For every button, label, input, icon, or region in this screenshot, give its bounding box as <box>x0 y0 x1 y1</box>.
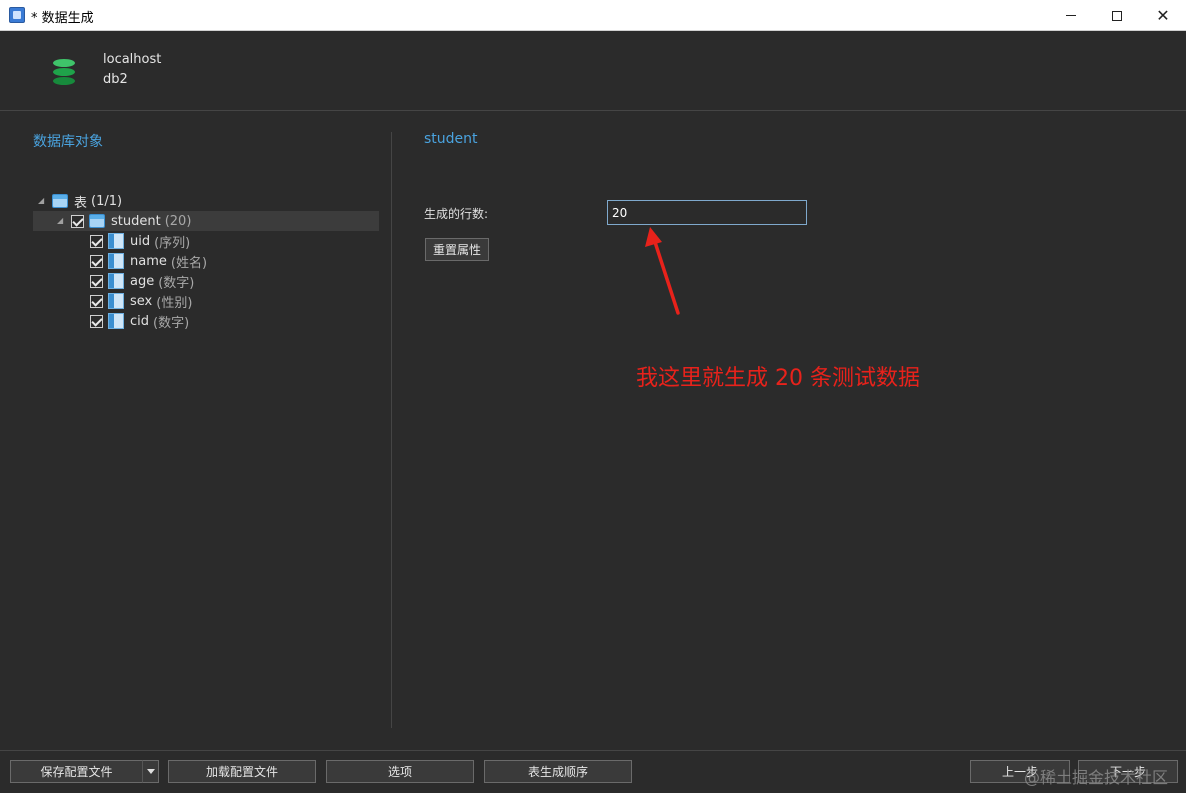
column-type: (序列) <box>154 235 191 251</box>
column-name: age <box>130 273 155 289</box>
tree-item-student[interactable]: ◢ student (20) <box>33 211 379 231</box>
watermark: @稀土掘金技术社区 <box>1024 768 1169 787</box>
maximize-button[interactable] <box>1094 0 1140 31</box>
column-icon <box>108 233 124 249</box>
table-name: student <box>111 213 161 229</box>
options-button[interactable]: 选项 <box>326 760 474 783</box>
tree-item-column[interactable]: uid (序列) <box>90 231 190 251</box>
expand-down-icon[interactable]: ◢ <box>57 217 65 225</box>
column-type: (数字) <box>158 275 195 291</box>
table-row-count: (20) <box>164 213 192 229</box>
tree-root-count: (1/1) <box>91 193 123 209</box>
save-config-dropdown[interactable] <box>142 760 159 783</box>
tree-root-tables[interactable]: ◢ 表 (1/1) <box>38 191 122 211</box>
column-checkbox[interactable] <box>90 294 103 308</box>
annotation-arrow <box>645 227 680 315</box>
app-icon <box>9 7 25 23</box>
connection-header: localhost db2 <box>0 31 1186 111</box>
column-icon <box>108 253 124 269</box>
table-order-button[interactable]: 表生成顺序 <box>484 760 632 783</box>
chevron-down-icon <box>146 769 155 774</box>
column-checkbox[interactable] <box>90 314 103 328</box>
table-icon <box>89 214 105 228</box>
database-objects-title: 数据库对象 <box>33 134 103 150</box>
tree-item-column[interactable]: age (数字) <box>90 271 194 291</box>
student-checkbox[interactable] <box>71 214 84 228</box>
tree-root-label: 表 <box>74 195 88 211</box>
title-bar: * 数据生成 ✕ <box>0 0 1186 31</box>
column-name: name <box>130 253 167 269</box>
close-icon: ✕ <box>1156 5 1170 25</box>
column-type: (姓名) <box>170 255 208 271</box>
column-name: sex <box>130 293 153 309</box>
maximize-icon <box>1112 10 1122 21</box>
host-name: localhost <box>103 52 162 67</box>
database-icon <box>53 59 75 85</box>
column-checkbox[interactable] <box>90 274 103 288</box>
column-icon <box>108 313 124 329</box>
table-group-icon <box>52 194 68 208</box>
column-type: (性别) <box>156 295 193 311</box>
minimize-button[interactable] <box>1048 0 1094 31</box>
column-type: (数字) <box>153 315 190 331</box>
reset-properties-button[interactable]: 重置属性 <box>425 238 489 261</box>
column-checkbox[interactable] <box>90 254 103 268</box>
column-icon <box>108 293 124 309</box>
column-name: cid <box>130 313 150 329</box>
minimize-icon <box>1066 15 1076 16</box>
column-checkbox[interactable] <box>90 234 103 248</box>
window-title: * 数据生成 <box>31 11 94 26</box>
tree-item-column[interactable]: name (姓名) <box>90 251 207 271</box>
close-button[interactable]: ✕ <box>1140 0 1186 31</box>
table-properties-title: student <box>424 131 478 147</box>
panel-divider[interactable] <box>391 132 392 728</box>
load-config-button[interactable]: 加载配置文件 <box>168 760 316 783</box>
column-name: uid <box>130 233 151 249</box>
annotation-text: 我这里就生成 20 条测试数据 <box>636 366 920 391</box>
column-icon <box>108 273 124 289</box>
tree-item-column[interactable]: sex (性别) <box>90 291 192 311</box>
expand-down-icon[interactable]: ◢ <box>38 197 46 205</box>
rows-input[interactable] <box>607 200 807 225</box>
tree-item-column[interactable]: cid (数字) <box>90 311 189 331</box>
database-name: db2 <box>103 72 128 87</box>
save-config-button[interactable]: 保存配置文件 <box>10 760 143 783</box>
rows-label: 生成的行数: <box>424 207 489 221</box>
